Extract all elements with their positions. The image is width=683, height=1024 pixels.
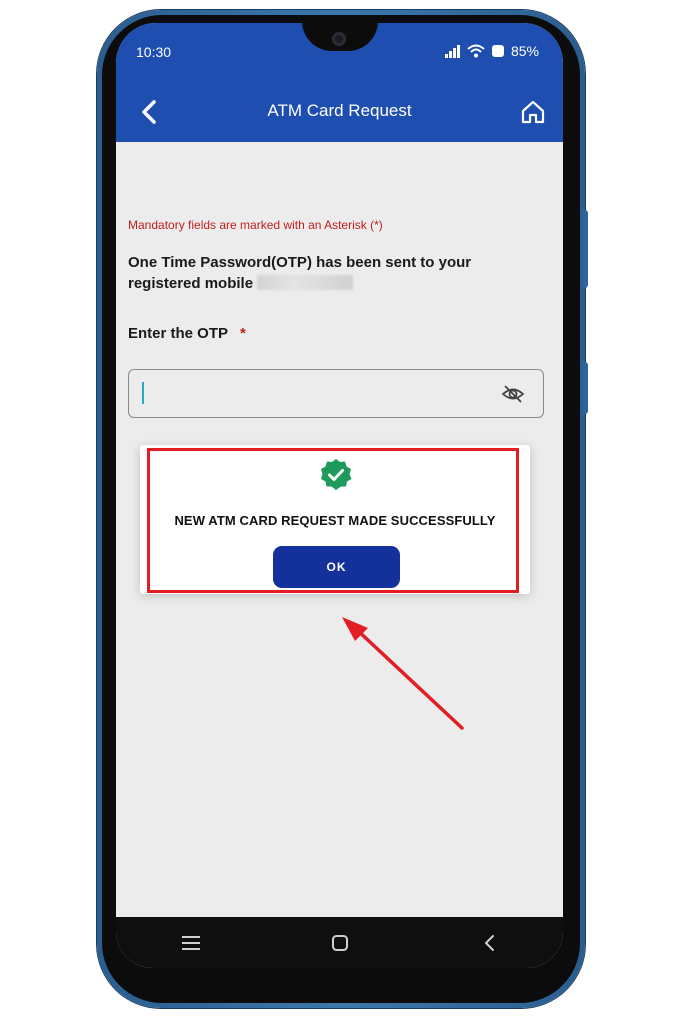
volume-button <box>583 210 588 288</box>
home-square-icon <box>331 934 348 951</box>
otp-label-text: Enter the OTP <box>128 325 229 342</box>
battery-icon <box>491 45 504 57</box>
app-header: ATM Card Request <box>116 83 563 142</box>
back-nav-button[interactable] <box>469 923 509 963</box>
otp-input[interactable] <box>141 378 485 410</box>
page-title: ATM Card Request <box>267 101 412 120</box>
menu-icon <box>181 935 200 950</box>
back-icon <box>484 934 494 951</box>
form-content: Mandatory fields are marked with an Aste… <box>116 142 563 917</box>
otp-label: Enter the OTP * <box>128 325 246 342</box>
required-asterisk: * <box>240 325 246 342</box>
recent-apps-button[interactable] <box>171 923 211 963</box>
verified-check-icon <box>319 458 353 492</box>
wifi-icon <box>467 44 485 58</box>
otp-sent-message: One Time Password(OTP) has been sent to … <box>128 252 508 294</box>
front-camera <box>332 32 346 46</box>
battery-percent: 85% <box>510 43 539 59</box>
status-time: 10:30 <box>136 44 172 60</box>
text-cursor <box>142 382 144 404</box>
masked-mobile-number <box>257 275 354 290</box>
status-bar: 10:30 85% <box>116 23 563 83</box>
home-icon <box>521 100 545 124</box>
home-nav-button[interactable] <box>320 923 360 963</box>
password-visibility-toggle[interactable] <box>501 383 525 405</box>
phone-screen: 10:30 85% ATM Card Request Mandatory fie… <box>116 23 563 968</box>
mandatory-note: Mandatory fields are marked with an Aste… <box>128 218 383 232</box>
system-nav-bar <box>116 917 563 968</box>
status-icons: 85% <box>444 43 539 59</box>
screenshot-canvas: 10:30 85% ATM Card Request Mandatory fie… <box>0 0 683 1024</box>
signal-icon <box>444 44 460 58</box>
power-button <box>583 362 588 414</box>
otp-input-field[interactable] <box>128 369 544 418</box>
dialog-message: NEW ATM CARD REQUEST MADE SUCCESSFULLY <box>174 513 496 528</box>
ok-button[interactable]: OK <box>273 546 400 588</box>
eye-off-icon <box>501 385 525 403</box>
home-button[interactable] <box>517 96 549 128</box>
